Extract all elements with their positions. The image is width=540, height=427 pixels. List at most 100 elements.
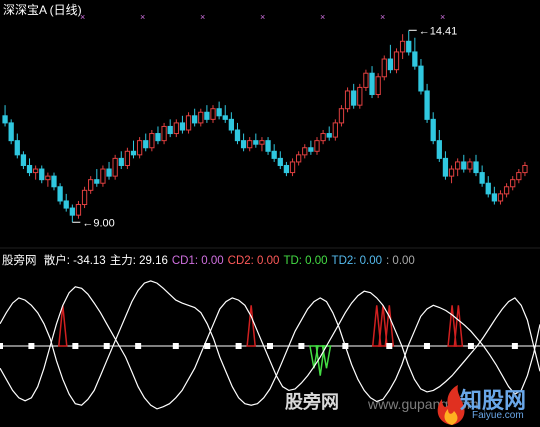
candle-body [381, 58, 387, 78]
candle-body [14, 140, 20, 156]
candle-body [161, 125, 167, 142]
candle-body [418, 65, 424, 92]
baseline-dot [28, 343, 35, 349]
candle-body [491, 193, 498, 202]
baseline-dot [103, 343, 110, 349]
candle-body [167, 125, 173, 135]
candle-body [473, 161, 479, 174]
candle-body [8, 122, 14, 142]
candle-body [461, 161, 467, 170]
candle-body [81, 189, 88, 206]
candle-body [259, 140, 265, 145]
indicator-item: CD2: 0.00 [227, 255, 280, 267]
candle-body [118, 157, 124, 166]
candle-body [20, 154, 27, 166]
candle-body [179, 122, 186, 131]
candle-body [222, 115, 228, 120]
candle-body [295, 154, 302, 163]
indicator-item: 散户: -34.13 [43, 255, 106, 267]
site-logo: 知股网 Faiyue.com [432, 383, 540, 427]
candle-body [289, 161, 296, 174]
candle-body [69, 207, 75, 216]
candle-body [247, 140, 253, 149]
candle-body [375, 76, 381, 96]
candle-body [265, 140, 271, 152]
candle-body [424, 90, 430, 120]
candle-body [406, 40, 412, 53]
indicator-legend: 股旁网 散户: -34.13 主力: 29.16 CD1: 0.00 CD2: 0.0… [2, 252, 423, 268]
candle-body [271, 150, 277, 159]
watermark-text: 股旁网 [285, 392, 339, 412]
candle-body [485, 182, 491, 195]
baseline-dot [423, 343, 430, 349]
baseline-dot [467, 343, 474, 349]
baseline-dot [135, 343, 142, 349]
candle-body [326, 133, 332, 138]
candle-body [106, 168, 112, 177]
price-annotation: ←14.41 [419, 25, 458, 37]
candle-body [522, 164, 528, 174]
candle-body [448, 168, 455, 177]
candle-body [228, 118, 235, 131]
indicator-item: TD2: 0.00 [331, 255, 383, 267]
candle-body [57, 186, 63, 202]
baseline-dot [172, 343, 179, 349]
candle-body [302, 147, 308, 156]
candle-body [320, 133, 326, 142]
candle-body [234, 129, 241, 142]
candle-body [88, 179, 94, 191]
candle-body [497, 193, 504, 202]
candle-body [467, 161, 473, 170]
candle-body [369, 72, 375, 96]
candle-body [63, 200, 69, 209]
baseline-dot [267, 343, 273, 349]
candle-body [442, 157, 449, 177]
candle-body [94, 179, 100, 184]
candle-body [351, 90, 357, 106]
candle-body [124, 150, 131, 166]
candle-body [100, 168, 106, 184]
candle-body [210, 108, 216, 120]
candle-body [240, 140, 247, 149]
candle-body [455, 161, 461, 170]
candle-body [143, 140, 149, 149]
candle-body [26, 164, 33, 174]
candle-body [204, 111, 210, 120]
chart-canvas: × × × × × × ×←14.41←9.00 [0, 12, 540, 410]
candle-body [130, 150, 137, 156]
candle-body [32, 168, 39, 174]
indicator-item: TD: 0.00 [283, 255, 328, 267]
candle-body [198, 111, 204, 124]
candle-body [387, 58, 394, 71]
candle-body [516, 172, 522, 181]
candle-body [283, 164, 290, 174]
signal-marker: × [320, 12, 325, 22]
candle-body [430, 118, 436, 142]
candle-body [277, 157, 283, 166]
candle-body [155, 133, 161, 142]
indicator-items: 散户: -34.13 主力: 29.16 CD1: 0.00 CD2: 0.00 TD:… [44, 255, 419, 267]
candle-body [510, 179, 516, 188]
candle-body [136, 140, 143, 156]
logo-sub-text: Faiyue.com [472, 410, 524, 421]
candle-body [503, 186, 510, 195]
candle-body [399, 40, 406, 53]
candle-body [192, 115, 198, 124]
candle-body [479, 172, 485, 184]
indicator-item: : 0.00 [386, 255, 415, 267]
candle-body [149, 133, 155, 149]
candle-body [393, 51, 400, 71]
signal-spike [453, 305, 464, 347]
indicator-item: CD1: 0.00 [171, 255, 224, 267]
candle-body [436, 140, 442, 159]
candle-body [314, 140, 320, 152]
candle-body [344, 90, 351, 110]
candle-body [75, 204, 82, 216]
baseline-dot [386, 343, 393, 349]
baseline-dot [511, 343, 518, 349]
candle-body [2, 115, 8, 124]
candle-body [173, 122, 179, 135]
signal-marker: × [440, 12, 445, 22]
stock-chart-window: × × × × × × × ←14.41 ←9.00 深深宝A (日线) 股旁网 散户: -34… [0, 0, 540, 427]
signal-marker: × [140, 12, 145, 22]
